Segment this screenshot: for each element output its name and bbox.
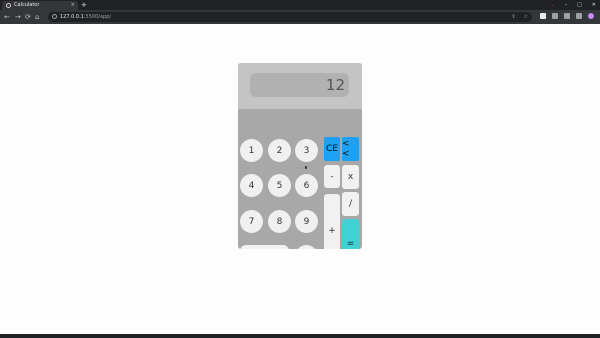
new-tab-button[interactable]: + [81,1,87,9]
key-0[interactable]: 0 [240,245,289,249]
address-bar-actions: ⇪ ☆ [511,13,528,21]
display: 12 [250,73,349,97]
key-1[interactable]: 1 [240,139,263,162]
clear-entry-button[interactable]: CE [324,137,340,161]
equals-button[interactable]: = [342,219,359,249]
url-path: :5500/app/ [83,14,112,20]
extensions-area: ⋮ [540,13,600,19]
key-6[interactable]: 6 [295,174,318,197]
reload-icon[interactable]: ⟳ [25,12,31,22]
calculator: 12 1 2 3 4 5 6 7 8 9 0 . CE < < - x + / … [238,63,362,249]
subtract-button[interactable]: - [324,165,340,188]
browser-tab-strip: Calculator × + ⌄ – □ ✕ [0,0,600,10]
home-icon[interactable]: ⌂ [35,12,39,22]
extension-icon[interactable] [540,13,546,19]
taskbar-edge [0,334,600,338]
divide-button[interactable]: / [342,192,359,216]
tab-search-icon[interactable]: ⌄ [550,1,554,9]
key-3[interactable]: 3 [295,139,318,162]
maximize-icon[interactable]: □ [577,1,582,9]
globe-icon [6,3,11,8]
back-icon[interactable]: ← [4,12,10,22]
close-window-icon[interactable]: ✕ [592,1,596,9]
key-5[interactable]: 5 [268,174,291,197]
add-button[interactable]: + [324,194,340,249]
bookmark-star-icon[interactable]: ☆ [524,13,528,21]
forward-icon[interactable]: → [15,12,21,22]
profile-avatar[interactable] [588,13,594,19]
puzzle-icon[interactable] [564,13,570,19]
key-2[interactable]: 2 [268,139,291,162]
display-value: 12 [325,76,345,94]
url-host: 127.0.0.1 [60,14,84,20]
key-7[interactable]: 7 [240,210,263,233]
tab-calculator[interactable]: Calculator × [2,1,78,10]
share-icon[interactable]: ⇪ [511,13,515,21]
multiply-button[interactable]: x [342,165,359,189]
extension-icon[interactable] [552,13,558,19]
sidebar-icon[interactable] [576,13,582,19]
backspace-button[interactable]: < < [342,137,359,161]
site-info-icon[interactable] [52,14,57,19]
address-bar[interactable]: 127.0.0.1:5500/app/ ⇪ ☆ [48,12,532,22]
minimize-icon[interactable]: – [565,1,568,9]
key-8[interactable]: 8 [268,210,291,233]
tab-close-icon[interactable]: × [71,2,75,9]
url-text: 127.0.0.1:5500/app/ [60,13,111,21]
key-4[interactable]: 4 [240,174,263,197]
browser-toolbar: ← → ⟳ ⌂ 127.0.0.1:5500/app/ ⇪ ☆ ⋮ [0,10,600,24]
window-controls: ⌄ – □ ✕ [550,1,596,9]
key-9[interactable]: 9 [295,210,318,233]
mouse-cursor [305,166,307,169]
key-decimal[interactable]: . [295,245,318,249]
tab-title: Calculator [14,2,40,8]
calculator-header: 12 [238,63,362,109]
